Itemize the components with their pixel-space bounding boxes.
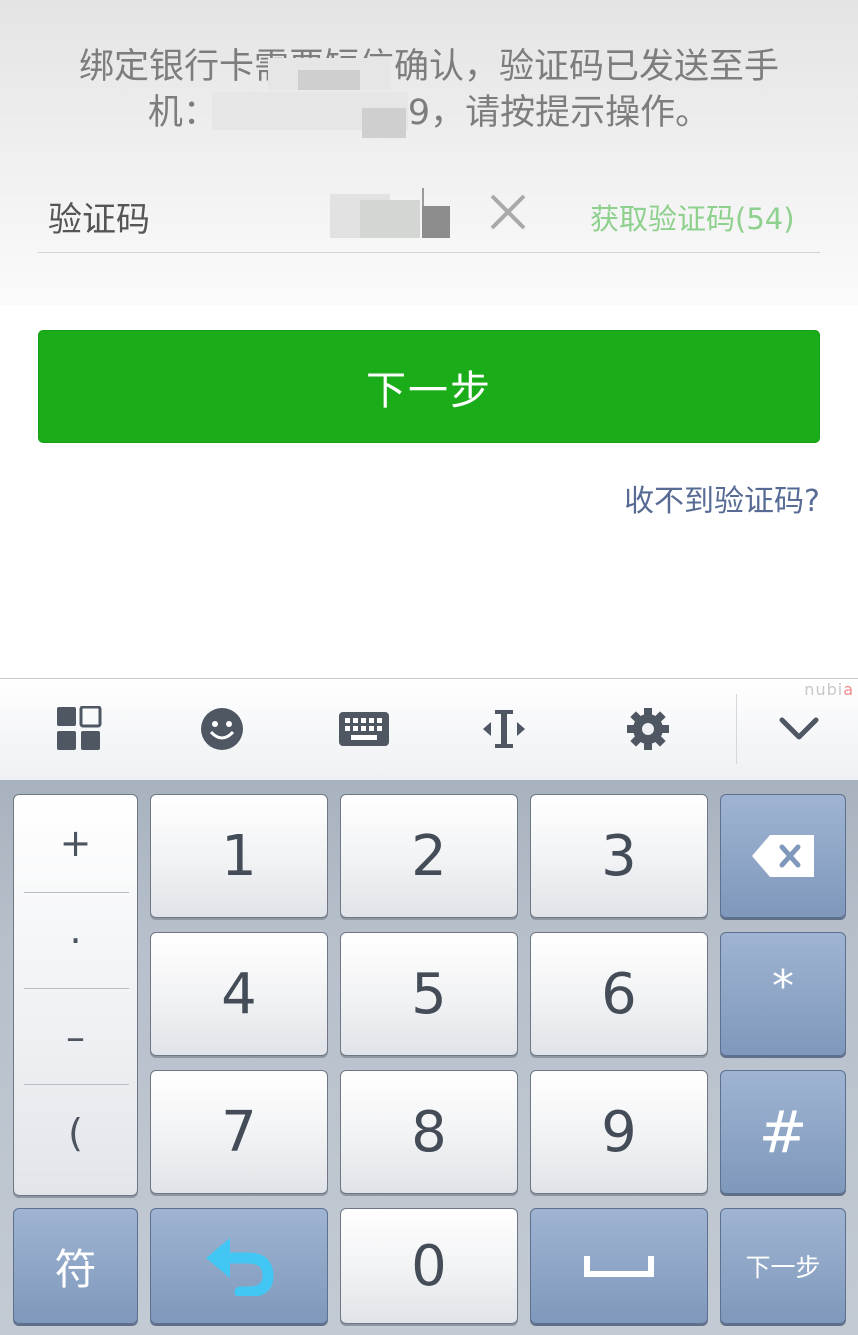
undo-icon xyxy=(206,1238,274,1296)
key-dot[interactable]: · xyxy=(14,893,137,989)
notice-line-1: 绑定银行卡需要短信确认，验证码已发送至手 xyxy=(78,47,779,87)
space-key[interactable] xyxy=(530,1208,708,1324)
key-2[interactable]: 2 xyxy=(340,794,518,918)
key-paren[interactable]: ( xyxy=(14,1085,137,1181)
key-minus[interactable]: – xyxy=(14,989,137,1085)
brand-logo: nubia xyxy=(804,680,854,699)
backspace-key[interactable] xyxy=(720,794,846,918)
symbol-column: + · – ( xyxy=(13,794,138,1196)
undo-key[interactable] xyxy=(150,1208,328,1324)
key-1[interactable]: 1 xyxy=(150,794,328,918)
key-9[interactable]: 9 xyxy=(530,1070,708,1194)
cursor-move-icon[interactable] xyxy=(481,706,527,752)
gear-icon[interactable] xyxy=(625,706,671,752)
key-4[interactable]: 4 xyxy=(150,932,328,1056)
enter-key[interactable]: 下一步 xyxy=(720,1208,846,1324)
phone-mask-dark-2 xyxy=(362,108,406,138)
field-divider xyxy=(38,252,820,253)
sms-notice: 绑定银行卡需要短信确认，验证码已发送至手 机： 9，请按提示操作。 xyxy=(40,44,818,136)
key-5[interactable]: 5 xyxy=(340,932,518,1056)
next-button[interactable]: 下一步 xyxy=(38,330,820,443)
key-star[interactable]: * xyxy=(720,932,846,1056)
code-input[interactable] xyxy=(330,188,450,238)
emoji-icon[interactable] xyxy=(199,706,245,752)
no-code-link[interactable]: 收不到验证码? xyxy=(624,476,820,520)
apps-grid-icon[interactable] xyxy=(56,705,102,752)
toolbar-divider xyxy=(736,694,737,764)
key-0[interactable]: 0 xyxy=(340,1208,518,1324)
backspace-icon xyxy=(752,835,814,877)
space-icon xyxy=(584,1256,654,1277)
key-8[interactable]: 8 xyxy=(340,1070,518,1194)
key-7[interactable]: 7 xyxy=(150,1070,328,1194)
keyboard-toolbar xyxy=(0,678,858,781)
chevron-down-icon[interactable] xyxy=(776,706,822,752)
key-3[interactable]: 3 xyxy=(530,794,708,918)
key-hash[interactable]: # xyxy=(720,1070,846,1194)
key-plus[interactable]: + xyxy=(14,795,137,891)
close-icon[interactable] xyxy=(488,192,528,232)
get-code-countdown[interactable]: 获取验证码(54) xyxy=(590,196,795,238)
keyboard-icon[interactable] xyxy=(338,706,390,752)
key-6[interactable]: 6 xyxy=(530,932,708,1056)
symbols-key[interactable]: 符 xyxy=(13,1208,138,1324)
notice-line-2: 机： 9，请按提示操作。 xyxy=(147,93,711,133)
code-label: 验证码 xyxy=(48,200,150,240)
phone-mask-dark xyxy=(298,70,360,90)
